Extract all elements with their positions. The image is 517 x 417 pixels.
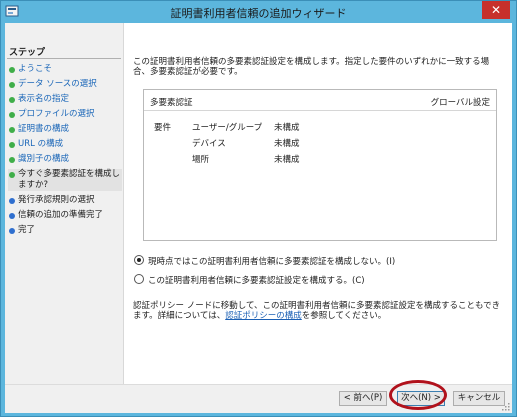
step-item[interactable]: 識別子の構成	[8, 154, 122, 165]
step-label: URL の構成	[18, 139, 64, 149]
step-status-icon	[9, 172, 15, 178]
back-button[interactable]: < 前へ(P)	[339, 391, 387, 406]
requirement-name: デバイス	[192, 139, 226, 149]
window-title: 証明書利用者信頼の追加ウィザード	[170, 7, 347, 20]
settings-box-header: 多要素認証 グローバル設定	[144, 90, 496, 111]
step-label: 証明書の構成	[18, 124, 70, 134]
close-button[interactable]: ✕	[482, 1, 510, 19]
radio-button-unchecked[interactable]	[134, 274, 144, 284]
step-label: 完了	[18, 225, 36, 235]
step-label: 識別子の構成	[18, 154, 70, 164]
settings-box-title: 多要素認証	[150, 98, 193, 108]
title-bar[interactable]: 証明書利用者信頼の追加ウィザード ✕	[1, 1, 516, 23]
main-panel: この証明書利用者信頼の多要素認証設定を構成します。指定した要件のいずれかに一致す…	[131, 23, 506, 412]
steps-list: ようこそデータ ソースの選択 表示名の指定プロファイルの選択 証明書の構成 URL の…	[8, 64, 122, 240]
wizard-window: 証明書利用者信頼の追加ウィザード ✕ ステップ ようこそデータ ソースの選択 表示…	[0, 0, 517, 417]
step-label: 今すぐ多要素認証を構成しますか?	[18, 169, 121, 190]
step-status-icon	[9, 157, 15, 163]
option-configure[interactable]: この証明書利用者信頼に多要素認証設定を構成する。(C)	[134, 274, 365, 286]
step-item[interactable]: データ ソースの選択	[8, 79, 122, 90]
note-text-end: を参照してください。	[301, 311, 387, 321]
step-status-icon	[9, 127, 15, 133]
steps-heading: ステップ	[9, 48, 46, 58]
auth-policy-link[interactable]: 認証ポリシーの構成	[225, 311, 302, 321]
step-status-icon	[9, 213, 15, 219]
step-label: プロファイルの選択	[18, 109, 95, 119]
step-item[interactable]: 表示名の指定	[8, 94, 122, 105]
step-item[interactable]: 証明書の構成	[8, 124, 122, 135]
button-bar: < 前へ(P) 次へ(N) > キャンセル	[5, 384, 512, 413]
mfa-settings-box: 多要素認証 グローバル設定 要件 ユーザー/グループ 未構成 デバイス 未構成 …	[143, 89, 497, 241]
step-status-icon	[9, 142, 15, 148]
step-status-icon	[9, 112, 15, 118]
requirement-name: 場所	[192, 155, 210, 165]
wizard-body: ステップ ようこそデータ ソースの選択 表示名の指定プロファイルの選択 証明書の構成…	[5, 23, 512, 413]
option-label: 現時点ではこの証明書利用者信頼に多要素認証を構成しない。(I)	[148, 257, 396, 267]
requirement-value: 未構成	[274, 155, 300, 165]
step-item[interactable]: 完了	[8, 225, 122, 236]
requirements-label: 要件	[154, 123, 172, 133]
cancel-button[interactable]: キャンセル	[453, 391, 505, 406]
step-label: 表示名の指定	[18, 94, 70, 104]
option-label: この証明書利用者信頼に多要素認証設定を構成する。(C)	[148, 276, 365, 286]
step-label: 発行承認規則の選択	[18, 195, 95, 205]
steps-sidebar: ステップ ようこそデータ ソースの選択 表示名の指定プロファイルの選択 証明書の構成…	[5, 23, 124, 412]
intro-text: この証明書利用者信頼の多要素認証設定を構成します。指定した要件のいずれかに一致す…	[133, 57, 490, 77]
radio-button-checked[interactable]	[134, 255, 144, 265]
requirement-value: 未構成	[274, 123, 300, 133]
step-status-icon	[9, 228, 15, 234]
step-item[interactable]: プロファイルの選択	[8, 109, 122, 120]
step-item[interactable]: 今すぐ多要素認証を構成しますか?	[8, 169, 122, 191]
step-status-icon	[9, 97, 15, 103]
requirement-value: 未構成	[274, 139, 300, 149]
step-item[interactable]: URL の構成	[8, 139, 122, 150]
step-item[interactable]: ようこそ	[8, 64, 122, 75]
step-label: 信頼の追加の準備完了	[18, 210, 104, 220]
step-label: ようこそ	[18, 64, 53, 74]
steps-divider	[7, 58, 121, 59]
option-do-not-configure[interactable]: 現時点ではこの証明書利用者信頼に多要素認証を構成しない。(I)	[134, 255, 395, 267]
policy-note: 認証ポリシー ノードに移動して、この証明書利用者信頼に多要素認証設定を構成するこ…	[133, 301, 503, 321]
step-status-icon	[9, 198, 15, 204]
step-label: データ ソースの選択	[18, 79, 97, 89]
next-button[interactable]: 次へ(N) >	[397, 391, 445, 406]
step-status-icon	[9, 82, 15, 88]
step-status-icon	[9, 67, 15, 73]
resize-grip-icon[interactable]	[502, 403, 510, 411]
step-item[interactable]: 発行承認規則の選択	[8, 195, 122, 206]
step-item[interactable]: 信頼の追加の準備完了	[8, 210, 122, 221]
requirement-name: ユーザー/グループ	[192, 123, 263, 133]
global-settings-label: グローバル設定	[430, 98, 490, 108]
